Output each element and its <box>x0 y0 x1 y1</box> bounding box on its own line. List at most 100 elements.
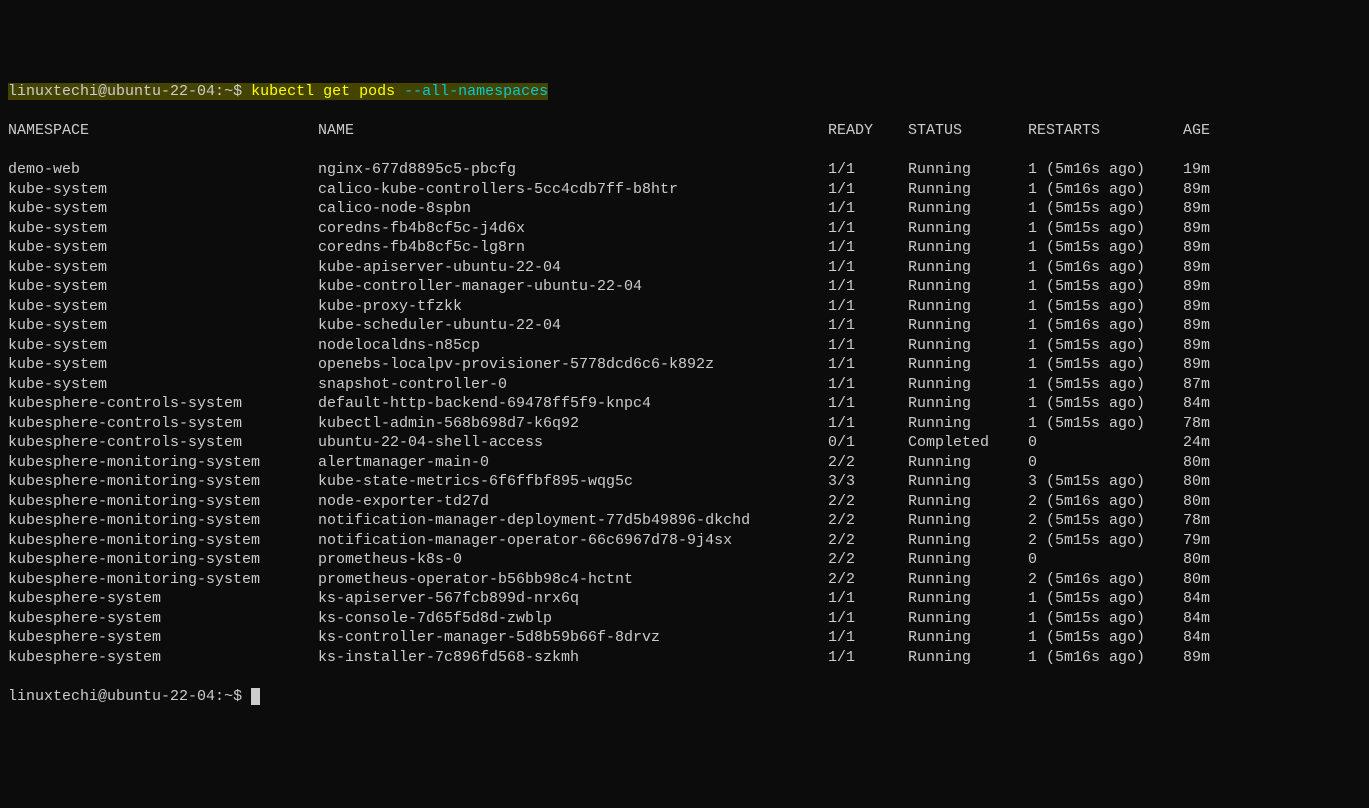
cell-name: kube-controller-manager-ubuntu-22-04 <box>318 277 828 297</box>
cell-namespace: kube-system <box>8 219 318 239</box>
cell-age: 84m <box>1183 394 1210 414</box>
cell-status: Running <box>908 375 1028 395</box>
cell-ready: 1/1 <box>828 180 908 200</box>
cell-name: default-http-backend-69478ff5f9-knpc4 <box>318 394 828 414</box>
cell-age: 89m <box>1183 355 1210 375</box>
cell-name: ks-controller-manager-5d8b59b66f-8drvz <box>318 628 828 648</box>
cell-restarts: 1 (5m15s ago) <box>1028 297 1183 317</box>
table-row: kube-systemkube-proxy-tfzkk1/1Running1 (… <box>8 297 1361 317</box>
cell-ready: 1/1 <box>828 258 908 278</box>
command-text: kubectl get pods <box>251 83 395 100</box>
cell-name: prometheus-operator-b56bb98c4-hctnt <box>318 570 828 590</box>
cell-namespace: kube-system <box>8 238 318 258</box>
cell-ready: 0/1 <box>828 433 908 453</box>
cell-age: 80m <box>1183 550 1210 570</box>
cell-ready: 1/1 <box>828 297 908 317</box>
cell-namespace: kubesphere-monitoring-system <box>8 511 318 531</box>
table-row: kubesphere-systemks-controller-manager-5… <box>8 628 1361 648</box>
table-row: kubesphere-monitoring-systemprometheus-o… <box>8 570 1361 590</box>
cell-ready: 1/1 <box>828 609 908 629</box>
cell-name: notification-manager-operator-66c6967d78… <box>318 531 828 551</box>
cell-name: notification-manager-deployment-77d5b498… <box>318 511 828 531</box>
cell-restarts: 1 (5m15s ago) <box>1028 336 1183 356</box>
cell-status: Completed <box>908 433 1028 453</box>
cell-ready: 1/1 <box>828 316 908 336</box>
cell-ready: 1/1 <box>828 394 908 414</box>
cell-age: 89m <box>1183 277 1210 297</box>
cell-namespace: kube-system <box>8 258 318 278</box>
cell-status: Running <box>908 355 1028 375</box>
cell-age: 78m <box>1183 414 1210 434</box>
cell-age: 79m <box>1183 531 1210 551</box>
cell-restarts: 0 <box>1028 453 1183 473</box>
cell-name: snapshot-controller-0 <box>318 375 828 395</box>
table-row: kube-systemkube-scheduler-ubuntu-22-041/… <box>8 316 1361 336</box>
cell-age: 89m <box>1183 219 1210 239</box>
cell-name: ks-installer-7c896fd568-szkmh <box>318 648 828 668</box>
prompt-path: ~ <box>224 688 233 705</box>
cell-status: Running <box>908 336 1028 356</box>
cell-age: 84m <box>1183 589 1210 609</box>
cell-age: 19m <box>1183 160 1210 180</box>
command-prompt-line[interactable]: linuxtechi@ubuntu-22-04:~$ kubectl get p… <box>8 82 1361 102</box>
table-row: kube-systemcoredns-fb4b8cf5c-lg8rn1/1Run… <box>8 238 1361 258</box>
table-row: kubesphere-monitoring-systemnode-exporte… <box>8 492 1361 512</box>
cursor <box>251 688 260 705</box>
cell-restarts: 1 (5m15s ago) <box>1028 199 1183 219</box>
prompt-symbol: $ <box>233 688 242 705</box>
cell-name: node-exporter-td27d <box>318 492 828 512</box>
header-namespace: NAMESPACE <box>8 121 318 141</box>
cell-restarts: 1 (5m16s ago) <box>1028 258 1183 278</box>
cell-namespace: kubesphere-system <box>8 609 318 629</box>
cell-ready: 1/1 <box>828 375 908 395</box>
cell-namespace: kube-system <box>8 297 318 317</box>
cell-name: coredns-fb4b8cf5c-j4d6x <box>318 219 828 239</box>
cell-namespace: kubesphere-controls-system <box>8 414 318 434</box>
cell-name: kube-scheduler-ubuntu-22-04 <box>318 316 828 336</box>
table-row: kube-systemopenebs-localpv-provisioner-5… <box>8 355 1361 375</box>
cell-namespace: kube-system <box>8 180 318 200</box>
cell-ready: 1/1 <box>828 238 908 258</box>
cell-age: 89m <box>1183 297 1210 317</box>
cell-namespace: kube-system <box>8 336 318 356</box>
cell-restarts: 1 (5m16s ago) <box>1028 180 1183 200</box>
cell-status: Running <box>908 550 1028 570</box>
table-row: kubesphere-monitoring-systemkube-state-m… <box>8 472 1361 492</box>
cell-name: ubuntu-22-04-shell-access <box>318 433 828 453</box>
cell-namespace: demo-web <box>8 160 318 180</box>
cell-ready: 1/1 <box>828 219 908 239</box>
cell-restarts: 1 (5m15s ago) <box>1028 394 1183 414</box>
next-prompt-line[interactable]: linuxtechi@ubuntu-22-04:~$ <box>8 687 1361 707</box>
cell-age: 89m <box>1183 199 1210 219</box>
cell-namespace: kubesphere-system <box>8 589 318 609</box>
cell-ready: 1/1 <box>828 414 908 434</box>
cell-status: Running <box>908 297 1028 317</box>
cell-status: Running <box>908 628 1028 648</box>
cell-age: 80m <box>1183 453 1210 473</box>
cell-restarts: 1 (5m16s ago) <box>1028 316 1183 336</box>
cell-restarts: 1 (5m15s ago) <box>1028 609 1183 629</box>
cell-restarts: 0 <box>1028 433 1183 453</box>
cell-status: Running <box>908 394 1028 414</box>
table-row: kube-systemcalico-node-8spbn1/1Running1 … <box>8 199 1361 219</box>
table-row: kubesphere-systemks-apiserver-567fcb899d… <box>8 589 1361 609</box>
cell-status: Running <box>908 453 1028 473</box>
cell-name: kube-apiserver-ubuntu-22-04 <box>318 258 828 278</box>
table-row: kube-systemkube-controller-manager-ubunt… <box>8 277 1361 297</box>
cell-namespace: kubesphere-controls-system <box>8 394 318 414</box>
cell-namespace: kubesphere-monitoring-system <box>8 472 318 492</box>
cell-status: Running <box>908 219 1028 239</box>
cell-restarts: 0 <box>1028 550 1183 570</box>
table-row: kubesphere-monitoring-systemalertmanager… <box>8 453 1361 473</box>
cell-namespace: kube-system <box>8 375 318 395</box>
cell-status: Running <box>908 238 1028 258</box>
cell-ready: 1/1 <box>828 277 908 297</box>
cell-namespace: kubesphere-monitoring-system <box>8 570 318 590</box>
cell-status: Running <box>908 258 1028 278</box>
table-row: kubesphere-controls-systemdefault-http-b… <box>8 394 1361 414</box>
cell-status: Running <box>908 199 1028 219</box>
cell-restarts: 1 (5m15s ago) <box>1028 414 1183 434</box>
cell-name: ks-console-7d65f5d8d-zwblp <box>318 609 828 629</box>
cell-status: Running <box>908 160 1028 180</box>
cell-status: Running <box>908 609 1028 629</box>
